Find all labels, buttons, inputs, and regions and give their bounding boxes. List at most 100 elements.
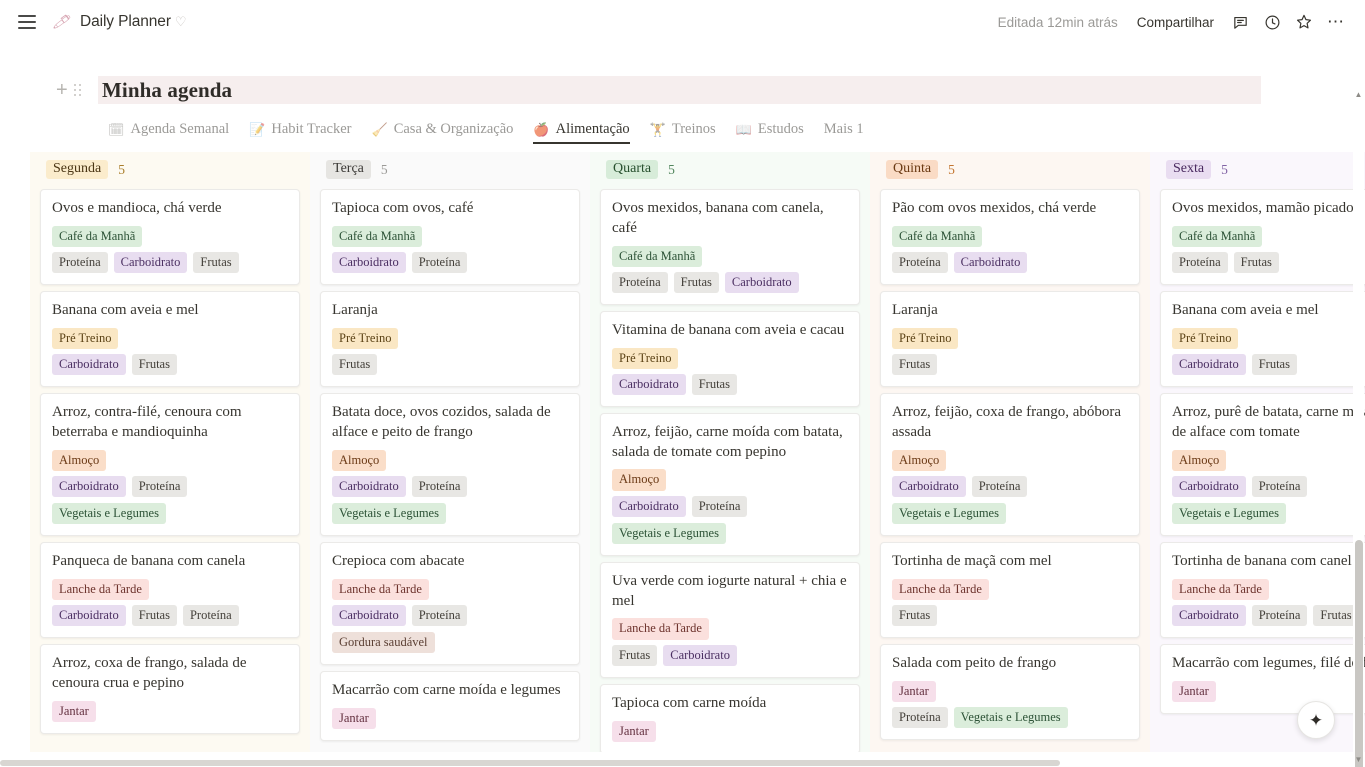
meal-type-tag[interactable]: Jantar (1172, 680, 1216, 703)
nutrient-tag[interactable]: Proteína (1251, 604, 1308, 627)
ai-assistant-button[interactable]: ✦ (1297, 701, 1335, 739)
nutrient-tag[interactable]: Vegetais e Legumes (892, 502, 1006, 525)
nutrient-tag[interactable]: Carboidrato (52, 475, 126, 497)
meal-type-tag[interactable]: Almoço (1172, 449, 1227, 471)
column-header[interactable]: Terça 5 (320, 152, 580, 187)
vertical-scrollbar[interactable]: ▲ ▼ (1353, 88, 1364, 767)
tab-treinos[interactable]: 🏋 Treinos (640, 119, 726, 144)
nutrient-tag[interactable]: Proteína (411, 604, 468, 627)
nutrient-tag[interactable]: Carboidrato (332, 251, 406, 274)
nutrient-tag[interactable]: Frutas (193, 251, 239, 274)
clock-icon[interactable] (1257, 7, 1287, 37)
meal-card[interactable]: Arroz, feijão, coxa de frango, abóbora a… (880, 393, 1140, 537)
nutrient-tag[interactable]: Proteína (971, 475, 1028, 497)
last-edited-label[interactable]: Editada 12min atrás (990, 11, 1126, 34)
meal-card[interactable]: Arroz, purê de batata, carne m salada de… (1160, 393, 1365, 537)
horizontal-scrollbar-thumb[interactable] (0, 760, 1060, 766)
meal-card[interactable]: Crepioca com abacate Lanche da Tarde Carbo… (320, 542, 580, 666)
nutrient-tag[interactable]: Frutas (1313, 604, 1359, 627)
nutrient-tag[interactable]: Proteína (411, 251, 468, 274)
meal-card[interactable]: Tortinha de maçã com mel Lanche da Tarde F… (880, 542, 1140, 639)
tab-estudos[interactable]: 📖 Estudos (726, 119, 814, 144)
nutrient-tag[interactable]: Proteína (892, 251, 948, 274)
meal-type-tag[interactable]: Pré Treino (1172, 327, 1239, 349)
meal-type-tag[interactable]: Pré Treino (892, 327, 959, 349)
meal-type-tag[interactable]: Lanche da Tarde (892, 578, 989, 600)
meal-card[interactable]: Laranja Pré Treino Frutas (320, 291, 580, 388)
meal-card[interactable]: Tortinha de banana com canel Lanche da Ta… (1160, 542, 1365, 639)
column-header[interactable]: Sexta 5 (1160, 152, 1365, 187)
nutrient-tag[interactable]: Vegetais e Legumes (332, 502, 446, 525)
nutrient-tag[interactable]: Proteína (182, 604, 239, 627)
nutrient-tag[interactable]: Carboidrato (953, 251, 1028, 274)
document-title[interactable]: Daily Planner ♡ (80, 13, 187, 31)
nutrient-tag[interactable]: Frutas (673, 271, 719, 293)
meal-card[interactable]: Ovos mexidos, banana com canela, café Caf… (600, 189, 860, 305)
meal-type-tag[interactable]: Café da Manhã (1172, 225, 1263, 247)
nutrient-tag[interactable]: Carboidrato (332, 604, 406, 627)
nutrient-tag[interactable]: Carboidrato (52, 353, 126, 376)
scroll-down-arrow[interactable]: ▼ (1354, 755, 1363, 765)
meal-type-tag[interactable]: Lanche da Tarde (332, 578, 429, 600)
meal-type-tag[interactable]: Jantar (332, 708, 376, 730)
meal-type-tag[interactable]: Almoço (612, 469, 667, 491)
column-header[interactable]: Segunda 5 (40, 152, 300, 187)
meal-type-tag[interactable]: Lanche da Tarde (1172, 578, 1269, 600)
meal-card[interactable]: Arroz, feijão, carne moída com batata, s… (600, 412, 860, 556)
meal-card[interactable]: Laranja Pré Treino Frutas (880, 291, 1140, 388)
meal-card[interactable]: Salada com peito de frango Jantar Proteína… (880, 644, 1140, 741)
meal-type-tag[interactable]: Pré Treino (612, 347, 679, 369)
meal-card[interactable]: Uva verde com iogurte natural + chia e m… (600, 561, 860, 678)
nutrient-tag[interactable]: Carboidrato (612, 495, 686, 517)
scroll-up-arrow[interactable]: ▲ (1354, 90, 1363, 100)
nutrient-tag[interactable]: Gordura saudável (332, 632, 435, 654)
nutrient-tag[interactable]: Carboidrato (892, 475, 966, 497)
more-options-icon[interactable]: ⋯ (1321, 7, 1351, 37)
meal-type-tag[interactable]: Pré Treino (52, 327, 119, 349)
tab-casa-organiza-o[interactable]: 🧹 Casa & Organização (362, 119, 524, 144)
meal-type-tag[interactable]: Café da Manhã (332, 225, 423, 247)
nutrient-tag[interactable]: Proteína (52, 251, 108, 274)
nutrient-tag[interactable]: Frutas (612, 644, 658, 666)
nutrient-tag[interactable]: Proteína (411, 475, 468, 497)
nutrient-tag[interactable]: Vegetais e Legumes (612, 522, 726, 544)
meal-card[interactable]: Arroz, coxa de frango, salada de cenoura… (40, 644, 300, 734)
nutrient-tag[interactable]: Carboidrato (663, 644, 737, 666)
meal-card[interactable]: Vitamina de banana com aveia e cacau Pré … (600, 310, 860, 407)
meal-card[interactable]: Arroz, contra-filé, cenoura com beterrab… (40, 393, 300, 537)
meal-type-tag[interactable]: Lanche da Tarde (612, 618, 709, 640)
nutrient-tag[interactable]: Proteína (1172, 251, 1228, 274)
star-icon[interactable] (1289, 7, 1319, 37)
nutrient-tag[interactable]: Carboidrato (332, 475, 406, 497)
meal-type-tag[interactable]: Lanche da Tarde (52, 578, 149, 600)
nutrient-tag[interactable]: Proteína (1251, 475, 1308, 497)
column-header[interactable]: Quinta 5 (880, 152, 1140, 187)
nutrient-tag[interactable]: Frutas (131, 353, 177, 376)
nutrient-tag[interactable]: Frutas (892, 604, 938, 627)
nutrient-tag[interactable]: Frutas (1251, 353, 1297, 376)
nutrient-tag[interactable]: Carboidrato (612, 373, 686, 395)
meal-type-tag[interactable]: Jantar (892, 680, 936, 703)
meal-card[interactable]: Banana com aveia e mel Pré Treino Carboidr… (1160, 291, 1365, 388)
meal-card[interactable]: Batata doce, ovos cozidos, salada de alf… (320, 393, 580, 537)
nutrient-tag[interactable]: Proteína (892, 707, 948, 729)
share-button[interactable]: Compartilhar (1128, 10, 1223, 35)
meal-card[interactable]: Tapioca com ovos, café Café da Manhã Carbo… (320, 189, 580, 286)
add-block-button[interactable]: + (56, 80, 68, 100)
tab-habit-tracker[interactable]: 📝 Habit Tracker (239, 119, 361, 144)
meal-card[interactable]: Panqueca de banana com canela Lanche da T… (40, 542, 300, 639)
column-header[interactable]: Quarta 5 (600, 152, 860, 187)
tabs-more-button[interactable]: Mais 1 (814, 119, 874, 144)
meal-card[interactable]: Macarrão com carne moída e legumes Jantar (320, 671, 580, 742)
nutrient-tag[interactable]: Frutas (892, 353, 938, 376)
meal-type-tag[interactable]: Jantar (52, 700, 96, 722)
nutrient-tag[interactable]: Carboidrato (1172, 604, 1246, 627)
tab-agenda-semanal[interactable]: 🗓 Agenda Semanal (98, 119, 239, 144)
nutrient-tag[interactable]: Vegetais e Legumes (52, 502, 166, 525)
nutrient-tag[interactable]: Carboidrato (113, 251, 188, 274)
tab-alimenta-o[interactable]: 🍎 Alimentação (523, 119, 639, 144)
nutrient-tag[interactable]: Vegetais e Legumes (1172, 502, 1286, 525)
meal-card[interactable]: Macarrão com legumes, filé de frango Jant… (1160, 644, 1365, 715)
meal-card[interactable]: Ovos e mandioca, chá verde Café da Manhã P… (40, 189, 300, 286)
nutrient-tag[interactable]: Frutas (691, 373, 737, 395)
